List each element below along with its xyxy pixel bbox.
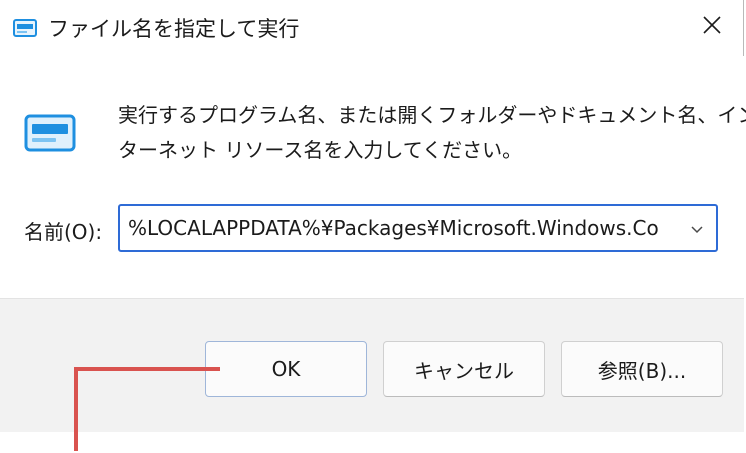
instruction-line-2: ターネット リソース名を入力してください。 <box>118 138 523 162</box>
close-icon <box>702 15 722 39</box>
name-input[interactable] <box>128 206 683 250</box>
window-title: ファイル名を指定して実行 <box>48 17 300 41</box>
callout-line-vertical <box>74 367 78 451</box>
close-button[interactable] <box>684 4 740 50</box>
button-bar: OK キャンセル 参照(B)... <box>0 298 744 432</box>
run-app-icon <box>22 108 78 160</box>
chevron-down-icon <box>690 219 704 238</box>
cancel-button[interactable]: キャンセル <box>383 341 545 397</box>
browse-button[interactable]: 参照(B)... <box>561 341 723 397</box>
dropdown-button[interactable] <box>684 214 710 242</box>
run-app-icon <box>12 15 38 41</box>
name-combobox[interactable] <box>118 204 718 252</box>
ok-button[interactable]: OK <box>205 341 367 397</box>
callout-line-horizontal <box>74 367 220 371</box>
instruction-text: 実行するプログラム名、または開くフォルダーやドキュメント名、イン ターネット リ… <box>118 98 746 168</box>
title-bar[interactable]: ファイル名を指定して実行 <box>0 0 744 56</box>
instruction-line-1: 実行するプログラム名、または開くフォルダーやドキュメント名、イン <box>118 103 746 127</box>
dialog-content: 実行するプログラム名、または開くフォルダーやドキュメント名、イン ターネット リ… <box>0 56 746 298</box>
name-label: 名前(O): <box>24 220 103 244</box>
